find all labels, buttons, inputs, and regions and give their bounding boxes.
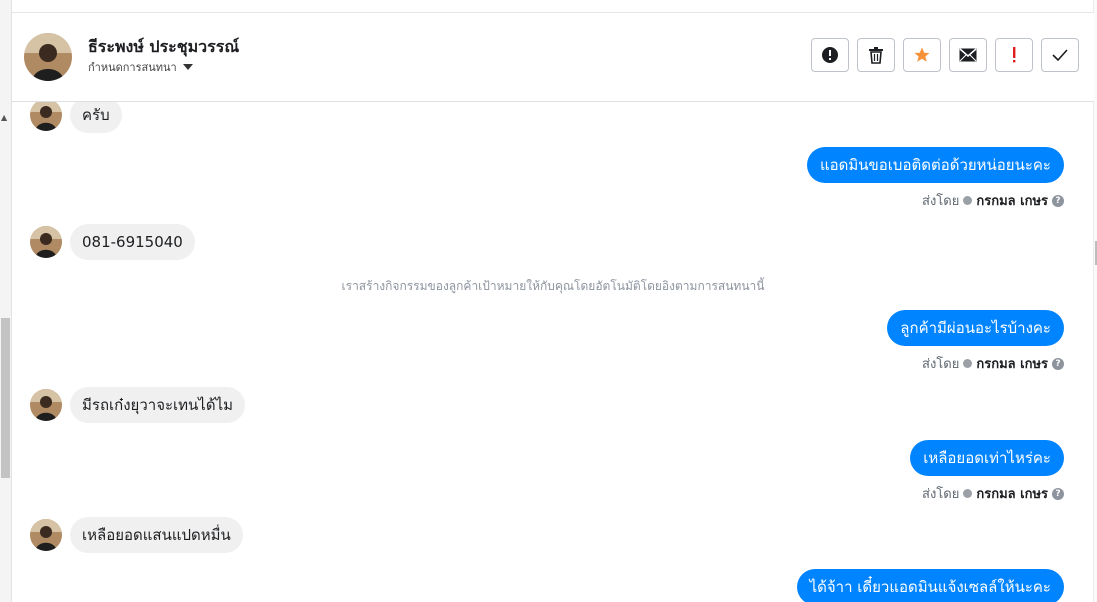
message-bubble[interactable]: มีรถเก๋งยุวาจะเทนได้ไม (70, 387, 246, 423)
avatar (30, 102, 62, 131)
conversation-header: ธีระพงษ์ ประชุมวรรณ์ กำหนดการสนทนา (12, 13, 1094, 102)
outgoing-message-bubble[interactable]: แอดมินขอเบอติดต่อด้วยหน่อยนะคะ (806, 147, 1064, 183)
sent-by-line: ส่งโดย กรกมล เกษร ? (922, 483, 1064, 504)
avatar (30, 389, 62, 421)
exclamation-circle-icon (822, 47, 838, 63)
message-bubble[interactable]: 081-6915040 (70, 224, 195, 260)
outgoing-message-bubble[interactable]: ลูกค้ามีผ่อนอะไรบ้างคะ (887, 310, 1064, 346)
help-icon[interactable]: ? (1052, 357, 1064, 370)
agent-status-icon (963, 196, 973, 205)
check-icon (1052, 49, 1068, 61)
message-bubble[interactable]: เหลือยอดแสนแปดหมื่น (70, 517, 243, 553)
envelope-icon (959, 48, 977, 62)
agent-status-icon (963, 489, 973, 498)
outgoing-message-bubble[interactable]: เหลือยอดเท่าไหร่คะ (910, 440, 1064, 476)
help-icon[interactable]: ? (1052, 194, 1064, 207)
spam-button[interactable] (811, 38, 849, 72)
incoming-message: มีรถเก๋งยุวาจะเทนได้ไม (30, 387, 246, 423)
incoming-message: ครับ (30, 102, 122, 133)
mark-unread-button[interactable] (949, 38, 987, 72)
system-note[interactable]: เราสร้างกิจกรรมของลูกค้าเป้าหมายให้กับคุ… (12, 277, 1094, 296)
incoming-message: 081-6915040 (30, 224, 195, 260)
delete-button[interactable] (857, 38, 895, 72)
star-icon (914, 47, 930, 62)
sent-by-label: ส่งโดย (922, 487, 960, 502)
agent-name[interactable]: กรกมล เกษร (976, 353, 1048, 374)
action-toolbar (811, 38, 1079, 72)
avatar (30, 226, 62, 258)
star-button[interactable] (903, 38, 941, 72)
message-thread: ครับ แอดมินขอเบอติดต่อด้วยหน่อยนะคะ ส่งโ… (12, 102, 1094, 602)
contact-name[interactable]: ธีระพงษ์ ประชุมวรรณ์ (88, 35, 239, 60)
left-scrollbar[interactable]: ▲ (0, 0, 12, 602)
sent-by-line: ส่งโดย กรกมล เกษร ? (922, 190, 1064, 211)
agent-status-icon (963, 359, 973, 368)
sent-by-label: ส่งโดย (922, 357, 960, 372)
caret-down-icon (182, 64, 193, 70)
done-button[interactable] (1041, 38, 1079, 72)
exclamation-icon (1013, 47, 1016, 63)
avatar[interactable] (24, 33, 72, 81)
agent-name[interactable]: กรกมล เกษร (976, 483, 1048, 504)
sent-by-label: ส่งโดย (922, 194, 960, 209)
assign-conversation-dropdown[interactable]: กำหนดการสนทนา (88, 58, 193, 76)
agent-name[interactable]: กรกมล เกษร (976, 190, 1048, 211)
sent-by-line: ส่งโดย กรกมล เกษร ? (922, 353, 1064, 374)
trash-icon (869, 47, 883, 64)
outgoing-message-bubble[interactable]: ได้จ้าา เดี๋ยวแอดมินแจ้งเซลล์ให้นะคะ (796, 569, 1064, 602)
message-bubble[interactable]: ครับ (70, 102, 122, 133)
incoming-message: เหลือยอดแสนแปดหมื่น (30, 517, 243, 553)
scroll-up-arrow-icon[interactable]: ▲ (1, 113, 7, 122)
assign-label: กำหนดการสนทนา (88, 61, 177, 74)
avatar (30, 519, 62, 551)
scrollbar-thumb[interactable] (1, 318, 10, 478)
follow-up-button[interactable] (995, 38, 1033, 72)
help-icon[interactable]: ? (1052, 487, 1064, 500)
